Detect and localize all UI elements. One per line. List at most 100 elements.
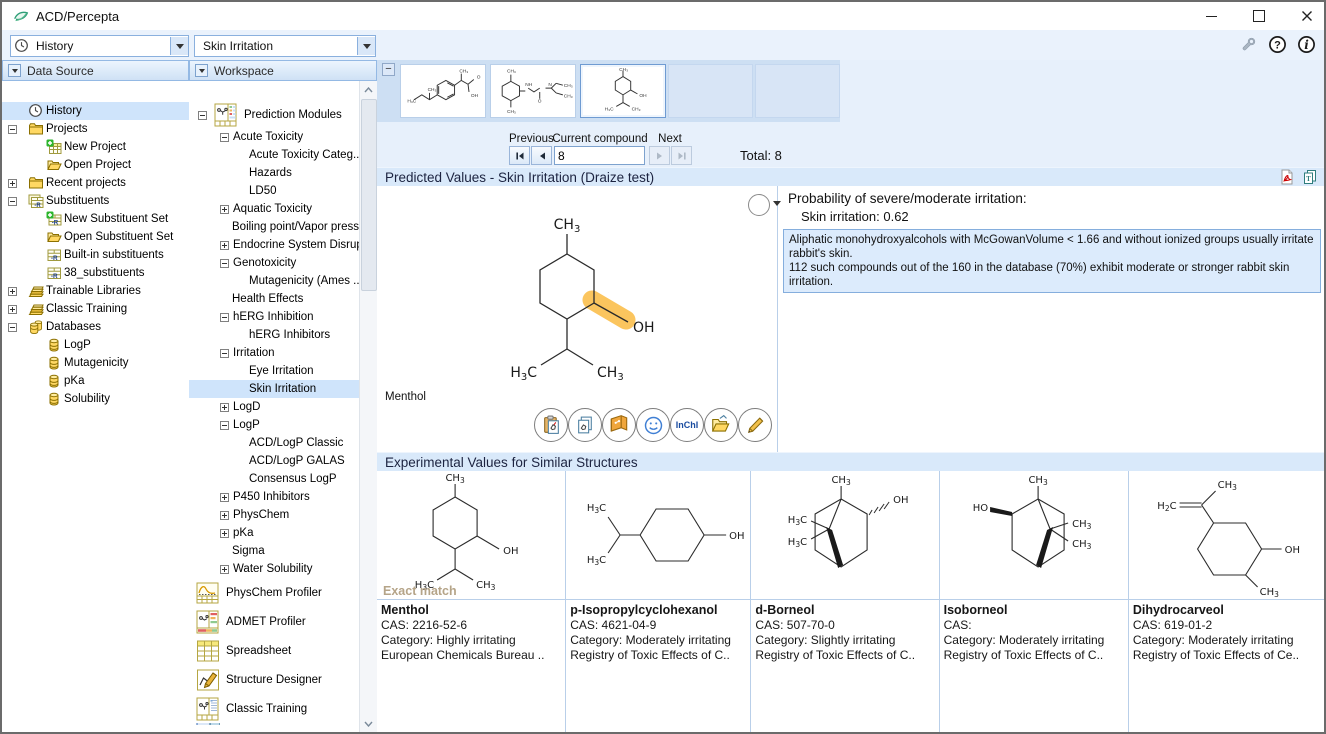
expander-plus-icon[interactable]	[8, 179, 17, 188]
ws-tree-item-admet-profiler[interactable]: ADMET Profiler	[189, 607, 360, 636]
ws-tree-item-spreadsheet[interactable]: Spreadsheet	[189, 636, 360, 665]
ws-tree-item-prediction-modules[interactable]: Prediction Modules	[189, 102, 360, 128]
compound-thumbnail-2[interactable]: CH₃CH₃NHONCH₃CH₃	[490, 64, 576, 118]
similar-structure-card-dihydrocarveol[interactable]: CH3H2COHCH3DihydrocarveolCAS: 619-01-2Ca…	[1129, 471, 1324, 732]
ds-tree-item-open-substituent-set[interactable]: Open Substituent Set	[2, 228, 189, 246]
minimize-button[interactable]	[1200, 7, 1222, 25]
ds-tree-item-trainable-libraries[interactable]: Trainable Libraries	[2, 282, 189, 300]
pdf-export-icon[interactable]	[1279, 169, 1295, 185]
similar-structure-card-isoborneol[interactable]: CH3HOCH3CH3IsoborneolCAS:Category: Moder…	[940, 471, 1129, 732]
ds-tree-item-built-in-substituents[interactable]: -RBuilt-in substituents	[2, 246, 189, 264]
expander-minus-icon[interactable]	[220, 349, 229, 358]
ws-tree-item-skin-irritation[interactable]: Skin Irritation	[189, 380, 360, 398]
next-compound-button[interactable]	[649, 146, 670, 165]
data-source-panel-header[interactable]: Data Source	[2, 60, 189, 81]
ds-tree-item-substituents[interactable]: -RSubstituents	[2, 192, 189, 210]
similar-structure-card-menthol[interactable]: CH3OHH3CCH3Exact matchMentholCAS: 2216-5…	[377, 471, 566, 732]
ds-tree-item-history[interactable]: History	[2, 102, 189, 120]
combo-dropdown-arrow[interactable]	[357, 37, 375, 55]
ws-tree-item-water-solubility[interactable]: Water Solubility	[189, 560, 360, 578]
compound-thumbnail-3-selected[interactable]: CH₃OHH₃CCH₃	[580, 64, 666, 118]
ds-tree-item-pka[interactable]: pKa	[2, 372, 189, 390]
similar-structure-card-p-isopropylcyclohexanol[interactable]: OHH3CH3Cp-IsopropylcyclohexanolCAS: 4621…	[566, 471, 751, 732]
expander-plus-icon[interactable]	[220, 511, 229, 520]
smiles-smiley-button[interactable]	[636, 408, 670, 442]
ws-tree-item-logp[interactable]: LogP	[189, 416, 360, 434]
ws-tree-item-acute-toxicity[interactable]: Acute Toxicity	[189, 128, 360, 146]
data-source-combo[interactable]: History	[10, 35, 189, 57]
panel-dropdown-icon[interactable]	[195, 64, 208, 77]
ds-tree-item-logp[interactable]: LogP	[2, 336, 189, 354]
ds-tree-item-new-project[interactable]: New Project	[2, 138, 189, 156]
ws-tree-item-herg-inhibition[interactable]: hERG Inhibition	[189, 308, 360, 326]
expander-plus-icon[interactable]	[220, 493, 229, 502]
paste-structure-button[interactable]	[534, 408, 568, 442]
ds-tree-item-classic-training[interactable]: Classic Training	[2, 300, 189, 318]
ws-tree-item-consensus-logp[interactable]: Consensus LogP	[189, 470, 360, 488]
copy-report-icon[interactable]: T	[1302, 169, 1318, 185]
first-compound-button[interactable]	[509, 146, 530, 165]
expander-minus-icon[interactable]	[220, 133, 229, 142]
workspace-panel-header[interactable]: Workspace	[189, 60, 377, 81]
expander-minus-icon[interactable]	[220, 259, 229, 268]
expander-plus-icon[interactable]	[8, 287, 17, 296]
expander-minus-icon[interactable]	[8, 323, 17, 332]
similar-structure-card-d-borneol[interactable]: CH3OHH3CH3Cd-BorneolCAS: 507-70-0Categor…	[751, 471, 939, 732]
workspace-scrollbar[interactable]	[359, 81, 377, 732]
edit-structure-button[interactable]	[738, 408, 772, 442]
expander-plus-icon[interactable]	[220, 565, 229, 574]
scroll-up-button[interactable]	[360, 81, 376, 98]
ws-tree-item-health-effects[interactable]: Health Effects	[189, 290, 360, 308]
ws-tree-item-aquatic-toxicity[interactable]: Aquatic Toxicity	[189, 200, 360, 218]
expander-plus-icon[interactable]	[220, 205, 229, 214]
ws-tree-item-boiling-point-vapor-press[interactable]: Boiling point/Vapor press...	[189, 218, 360, 236]
ds-tree-item-mutagenicity[interactable]: Mutagenicity	[2, 354, 189, 372]
ws-tree-item-hazards[interactable]: Hazards	[189, 164, 360, 182]
last-compound-button[interactable]	[671, 146, 692, 165]
close-button[interactable]	[1296, 7, 1318, 25]
ws-tree-item-physchem-profiler[interactable]: PhysChem Profiler	[189, 578, 360, 607]
ws-tree-item-pka[interactable]: pKa	[189, 524, 360, 542]
expander-minus-icon[interactable]	[220, 313, 229, 322]
ds-tree-item-recent-projects[interactable]: Recent projects	[2, 174, 189, 192]
panel-dropdown-icon[interactable]	[8, 64, 21, 77]
ws-tree-item-item[interactable]	[189, 723, 360, 732]
ws-tree-item-herg-inhibitors[interactable]: hERG Inhibitors	[189, 326, 360, 344]
reference-book-button[interactable]	[602, 408, 636, 442]
expander-minus-icon[interactable]	[220, 421, 229, 430]
expander-plus-icon[interactable]	[8, 305, 17, 314]
structure-options-arrow-icon[interactable]	[773, 201, 781, 210]
module-combo[interactable]: Skin Irritation	[194, 35, 376, 57]
settings-wrench-icon[interactable]	[1239, 35, 1258, 54]
expander-minus-icon[interactable]	[8, 197, 17, 206]
copy-structure-button[interactable]	[568, 408, 602, 442]
ws-tree-item-genotoxicity[interactable]: Genotoxicity	[189, 254, 360, 272]
open-structure-button[interactable]	[704, 408, 738, 442]
ds-tree-item-new-substituent-set[interactable]: -RNew Substituent Set	[2, 210, 189, 228]
scrollbar-thumb[interactable]	[361, 99, 377, 291]
expander-plus-icon[interactable]	[220, 241, 229, 250]
ws-tree-item-ld50[interactable]: LD50	[189, 182, 360, 200]
ws-tree-item-structure-designer[interactable]: Structure Designer	[189, 665, 360, 694]
scroll-down-button[interactable]	[360, 715, 376, 732]
ws-tree-item-acute-toxicity-categ[interactable]: Acute Toxicity Categ...	[189, 146, 360, 164]
compound-thumbnail-1[interactable]: CH₃H₃CCH₃OOH	[400, 64, 486, 118]
ws-tree-item-logd[interactable]: LogD	[189, 398, 360, 416]
filmstrip-collapse-button[interactable]: −	[382, 63, 395, 76]
ws-tree-item-physchem[interactable]: PhysChem	[189, 506, 360, 524]
expander-plus-icon[interactable]	[220, 403, 229, 412]
ds-tree-item-open-project[interactable]: Open Project	[2, 156, 189, 174]
structure-options-button[interactable]	[748, 194, 770, 216]
ws-tree-item-irritation[interactable]: Irritation	[189, 344, 360, 362]
combo-dropdown-arrow[interactable]	[170, 37, 188, 55]
ws-tree-item-endocrine-system-disrup[interactable]: Endocrine System Disrup...	[189, 236, 360, 254]
maximize-button[interactable]	[1248, 7, 1270, 25]
ds-tree-item-solubility[interactable]: Solubility	[2, 390, 189, 408]
ws-tree-item-classic-training[interactable]: Classic Training	[189, 694, 360, 723]
info-icon[interactable]: i	[1297, 35, 1316, 54]
ws-tree-item-mutagenicity-ames[interactable]: Mutagenicity (Ames ...	[189, 272, 360, 290]
expander-plus-icon[interactable]	[220, 529, 229, 538]
ds-tree-item-projects[interactable]: Projects	[2, 120, 189, 138]
expander-minus-icon[interactable]	[198, 111, 207, 120]
inchi-button[interactable]: InChI	[670, 408, 704, 442]
